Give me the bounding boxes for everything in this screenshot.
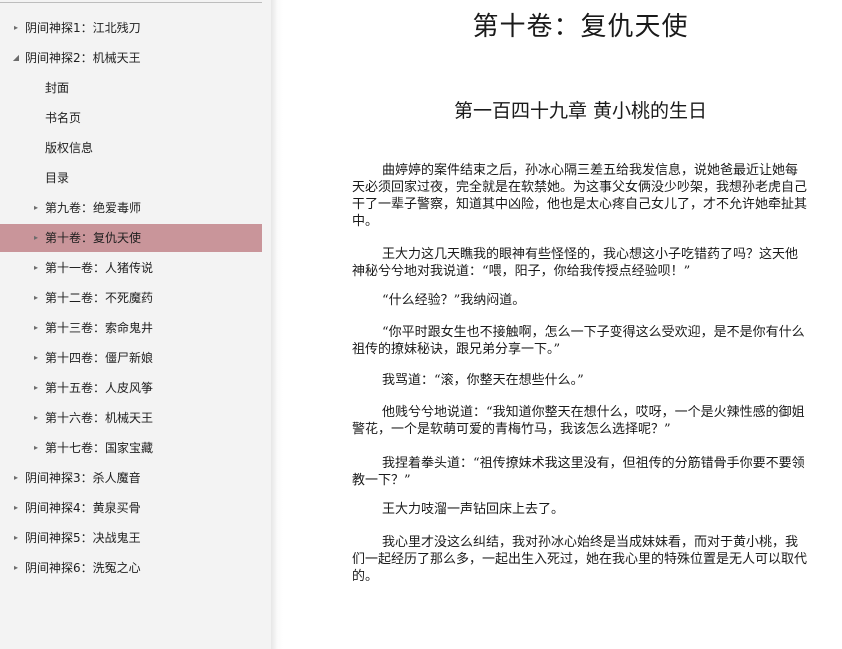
sidebar-top-divider	[0, 2, 262, 3]
toc-item[interactable]: ▸ 第十四卷：僵尸新娘	[0, 344, 262, 372]
toc-item-label: 版权信息	[45, 141, 94, 155]
toc-item-label: 第十二卷：不死魔药	[45, 291, 154, 305]
collapsed-arrow-icon[interactable]: ▸	[31, 344, 41, 372]
toc-item[interactable]: ◢ 阴间神探2：机械天王	[0, 44, 262, 72]
toc-item[interactable]: ▸ 第十二卷：不死魔药	[0, 284, 262, 312]
toc-item[interactable]: 版权信息	[0, 134, 262, 162]
collapsed-arrow-icon[interactable]: ▸	[11, 524, 21, 552]
toc-item-label: 阴间神探3：杀人魔音	[25, 471, 141, 485]
toc-item-label: 封面	[45, 81, 70, 95]
toc-item[interactable]: ▸ 阴间神探6：洗冤之心	[0, 554, 262, 582]
paragraph: 王大力这几天瞧我的眼神有些怪怪的，我心想这小子吃错药了吗？这天他神秘兮兮地对我说…	[352, 247, 799, 279]
toc-item-label: 第十三卷：索命鬼井	[45, 321, 154, 335]
toc-item[interactable]: ▸ 第十卷：复仇天使	[0, 224, 262, 252]
paragraph: 王大力吱溜一声钻回床上去了。	[382, 502, 565, 517]
toc-item[interactable]: ▸ 第十六卷：机械天王	[0, 404, 262, 432]
toc-item-label: 目录	[45, 171, 70, 185]
toc-item[interactable]: 目录	[0, 164, 262, 192]
collapsed-arrow-icon[interactable]: ▸	[31, 314, 41, 342]
collapsed-arrow-icon[interactable]: ▸	[11, 464, 21, 492]
toc-item-label: 第十五卷：人皮风筝	[45, 381, 154, 395]
toc-item[interactable]: ▸ 第九卷：绝爱毒师	[0, 194, 262, 222]
toc-item[interactable]: ▸ 第十一卷：人猪传说	[0, 254, 262, 282]
toc-item-label: 阴间神探6：洗冤之心	[25, 561, 141, 575]
collapsed-arrow-icon[interactable]: ▸	[31, 284, 41, 312]
collapsed-arrow-icon[interactable]: ▸	[31, 374, 41, 402]
collapsed-arrow-icon[interactable]: ▸	[31, 434, 41, 462]
reading-pane: 第十卷：复仇天使 第一百四十九章 黄小桃的生日 曲婷婷的案件结束之后，孙冰心隔三…	[283, 0, 842, 649]
volume-title: 第十卷：复仇天使	[472, 12, 689, 42]
pane-splitter[interactable]	[271, 0, 283, 649]
toc-item-label: 第十卷：复仇天使	[45, 231, 142, 245]
toc-item-label: 第十一卷：人猪传说	[45, 261, 154, 275]
toc-item[interactable]: ▸ 第十五卷：人皮风筝	[0, 374, 262, 402]
paragraph: 我骂道：“滚，你整天在想些什么。”	[382, 373, 584, 388]
collapsed-arrow-icon[interactable]: ▸	[31, 194, 41, 222]
toc-item[interactable]: 封面	[0, 74, 262, 102]
paragraph: 曲婷婷的案件结束之后，孙冰心隔三差五给我发信息，说她爸最近让她每天必须回家过夜，…	[352, 163, 808, 229]
toc-item-label: 阴间神探5：决战鬼王	[25, 531, 141, 545]
collapsed-arrow-icon[interactable]: ▸	[31, 224, 41, 252]
toc-item-label: 第十四卷：僵尸新娘	[45, 351, 154, 365]
paragraph: “什么经验？”我纳闷道。	[382, 293, 526, 308]
collapsed-arrow-icon[interactable]: ▸	[31, 254, 41, 282]
paragraph: “你平时跟女生也不接触啊，怎么一下子变得这么受欢迎，是不是你有什么祖传的撩妹秘诀…	[352, 325, 805, 357]
paragraph: 我心里才没这么纠结，我对孙冰心始终是当成妹妹看，而对于黄小桃，我们一起经历了那么…	[352, 535, 808, 584]
collapsed-arrow-icon[interactable]: ▸	[31, 404, 41, 432]
paragraph: 他贱兮兮地说道：“我知道你整天在想什么，哎呀，一个是火辣性感的御姐警花，一个是软…	[352, 405, 805, 437]
toc-item-label: 书名页	[45, 111, 82, 125]
paragraph: 我捏着拳头道：“祖传撩妹术我这里没有，但祖传的分筋错骨手你要不要领教一下？”	[352, 456, 805, 488]
toc-item-label: 第九卷：绝爱毒师	[45, 201, 142, 215]
toc-item-label: 阴间神探2：机械天王	[25, 51, 141, 65]
toc-sidebar: ▸ 阴间神探1：江北残刀 ◢ 阴间神探2：机械天王封面书名页版权信息目录 ▸ 第九卷：绝爱…	[0, 0, 271, 649]
collapsed-arrow-icon[interactable]: ▸	[11, 14, 21, 42]
toc-item-label: 阴间神探4：黄泉买骨	[25, 501, 141, 515]
toc-item[interactable]: ▸ 阴间神探4：黄泉买骨	[0, 494, 262, 522]
toc-item[interactable]: 书名页	[0, 104, 262, 132]
toc-item-label: 第十六卷：机械天王	[45, 411, 154, 425]
toc-item-label: 阴间神探1：江北残刀	[25, 21, 141, 35]
collapsed-arrow-icon[interactable]: ▸	[11, 494, 21, 522]
toc-item[interactable]: ▸ 阴间神探3：杀人魔音	[0, 464, 262, 492]
toc-item-label: 第十七卷：国家宝藏	[45, 441, 154, 455]
toc-item[interactable]: ▸ 阴间神探5：决战鬼王	[0, 524, 262, 552]
chapter-title: 第一百四十九章 黄小桃的生日	[453, 100, 708, 122]
toc-item[interactable]: ▸ 阴间神探1：江北残刀	[0, 14, 262, 42]
expanded-arrow-icon[interactable]: ◢	[11, 44, 21, 72]
collapsed-arrow-icon[interactable]: ▸	[11, 554, 21, 582]
toc-item[interactable]: ▸ 第十三卷：索命鬼井	[0, 314, 262, 342]
toc-item[interactable]: ▸ 第十七卷：国家宝藏	[0, 434, 262, 462]
